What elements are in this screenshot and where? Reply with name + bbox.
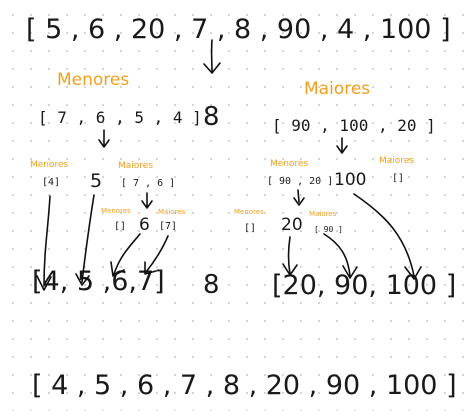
arrow-top-down (203, 39, 221, 74)
arrow-ninety-to-result (323, 233, 358, 279)
arrow-six-to-result (110, 233, 141, 277)
arrow-four-to-result (36, 195, 52, 291)
arrow-seven-to-result (144, 235, 169, 275)
arrow-right-to-pivot (336, 137, 348, 154)
arrows-layer (36, 39, 422, 291)
arrow-twenty-to-result (282, 236, 298, 276)
arrow-right-menores-to-twenty (293, 189, 305, 206)
arrow-hundred-to-result (353, 193, 422, 280)
arrow-left-maiores-to-six (141, 192, 153, 209)
arrow-left-to-pivot (98, 129, 110, 148)
arrow-five-to-result (75, 194, 95, 286)
